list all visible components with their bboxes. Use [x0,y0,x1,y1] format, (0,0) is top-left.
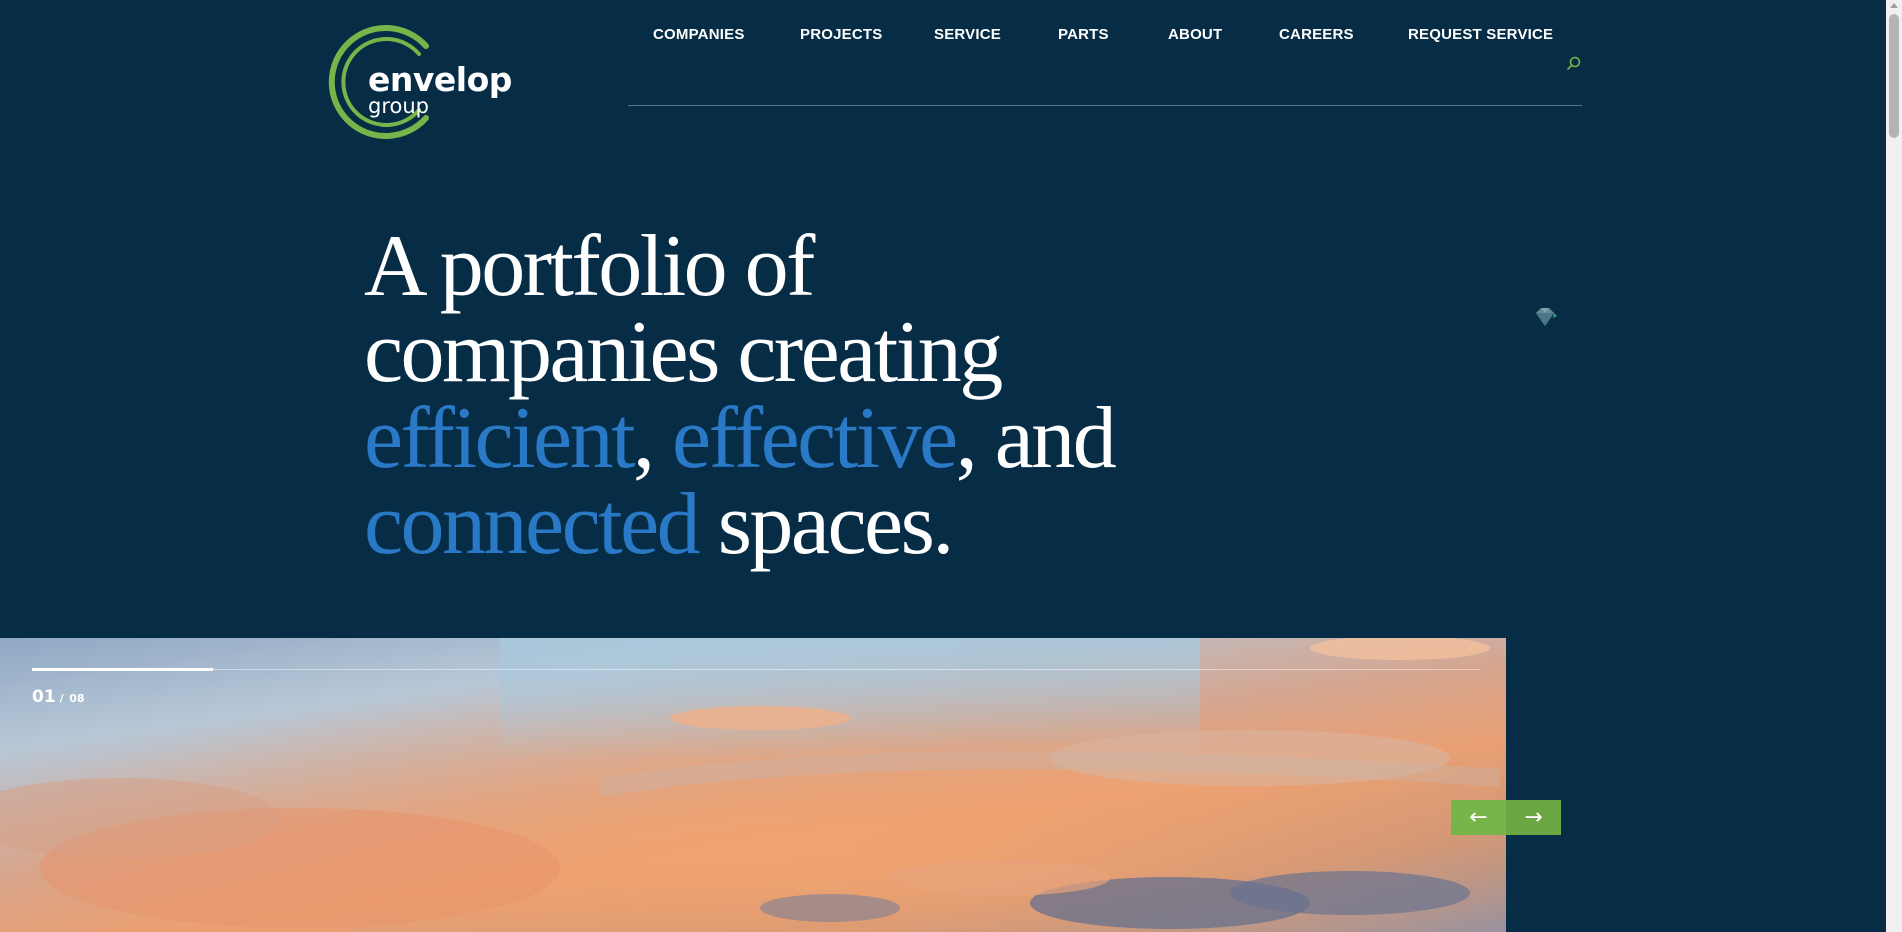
headline-word-connected: connected [364,476,701,573]
page-scrollbar[interactable] [1886,0,1902,932]
nav-item-careers[interactable]: CAREERS [1279,26,1354,43]
nav-divider [628,105,1582,106]
sunset-sky-image [0,638,1506,932]
hero-headline: A portfolio of companies creating effici… [364,223,1144,569]
headline-and: , and [955,390,1117,487]
nav-item-service[interactable]: SERVICE [934,26,1001,43]
headline-spaces: spaces. [717,476,955,573]
scrollbar-thumb[interactable] [1889,14,1899,138]
previous-slide-button[interactable]: ← [1451,800,1506,835]
logo-wordmark: envelop [368,60,512,99]
nav-item-about[interactable]: ABOUT [1168,26,1222,43]
next-slide-button[interactable]: → [1506,800,1561,835]
arrow-left-icon: ← [1469,805,1488,830]
logo-subtitle: group [368,94,429,118]
nav-item-projects[interactable]: PROJECTS [800,26,882,43]
headline-comma: , [633,390,655,487]
envelop-group-logo[interactable]: envelop group [322,24,512,140]
slide-counter: 01/ 08 [32,687,85,707]
nav-item-parts[interactable]: PARTS [1058,26,1109,43]
headline-line-1: A portfolio of [364,218,815,315]
search-icon[interactable] [1566,55,1582,71]
nav-item-request-service[interactable]: REQUEST SERVICE [1408,26,1553,43]
arrow-right-icon: → [1524,805,1543,830]
slide-counter-current: 01 [32,687,56,707]
slider-progress-track [32,669,1480,670]
slider-progress-fill [32,668,213,671]
headline-word-effective: effective [672,390,958,487]
nav-item-companies[interactable]: COMPANIES [653,26,745,43]
headline-word-efficient: efficient [364,390,636,487]
headline-line-2: companies creating [364,304,1003,401]
hero-slider: 01/ 08 [0,638,1506,932]
scroll-up-arrow-icon[interactable] [1890,3,1898,8]
slide-counter-separator: / [59,692,64,705]
page: envelop group COMPANIES PROJECTS SERVICE… [0,0,1902,932]
gem-icon [1533,306,1557,328]
slide-counter-total: 08 [69,692,85,705]
